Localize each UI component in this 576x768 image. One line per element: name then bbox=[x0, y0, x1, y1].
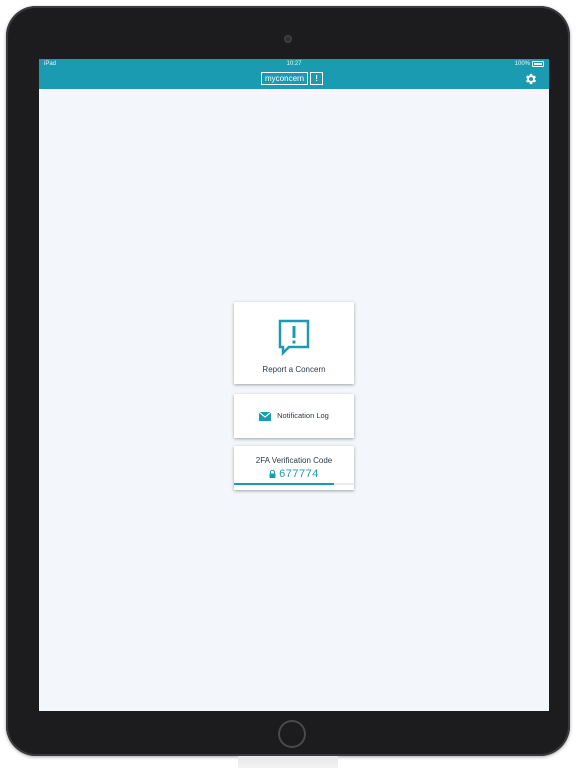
home-button[interactable] bbox=[278, 720, 306, 748]
code-expiry-progress bbox=[234, 483, 354, 485]
ipad-frame: iPad 10:27 100% myconcern ! Report a Con… bbox=[6, 6, 570, 756]
app-logo: myconcern ! bbox=[261, 72, 324, 85]
header-bar: iPad 10:27 100% myconcern ! bbox=[39, 59, 549, 89]
report-concern-label: Report a Concern bbox=[262, 365, 326, 374]
status-time: 10:27 bbox=[286, 61, 302, 67]
notification-log-row: Notification Log bbox=[234, 411, 354, 421]
status-battery: 100% bbox=[515, 60, 544, 68]
logo-text: myconcern bbox=[261, 72, 309, 85]
two-factor-code: 677774 bbox=[279, 468, 319, 480]
battery-percent: 100% bbox=[514, 61, 530, 67]
app-screen: iPad 10:27 100% myconcern ! Report a Con… bbox=[39, 59, 549, 711]
two-factor-code-row: 677774 bbox=[234, 468, 354, 480]
notification-log-button[interactable]: Notification Log bbox=[234, 394, 354, 438]
camera-icon bbox=[284, 35, 292, 43]
charging-cable bbox=[238, 756, 338, 768]
envelope-icon bbox=[259, 411, 272, 421]
gear-icon[interactable] bbox=[524, 72, 538, 86]
code-expiry-progress-fill bbox=[234, 483, 334, 485]
notification-log-label: Notification Log bbox=[277, 411, 329, 420]
exclamation-speech-icon bbox=[278, 319, 310, 356]
two-factor-card: 2FA Verification Code 677774 bbox=[234, 446, 354, 490]
logo-mark: ! bbox=[310, 72, 324, 85]
two-factor-title: 2FA Verification Code bbox=[255, 456, 333, 465]
battery-icon bbox=[532, 61, 544, 67]
report-concern-button[interactable]: Report a Concern bbox=[234, 302, 354, 384]
lock-icon bbox=[269, 470, 276, 478]
